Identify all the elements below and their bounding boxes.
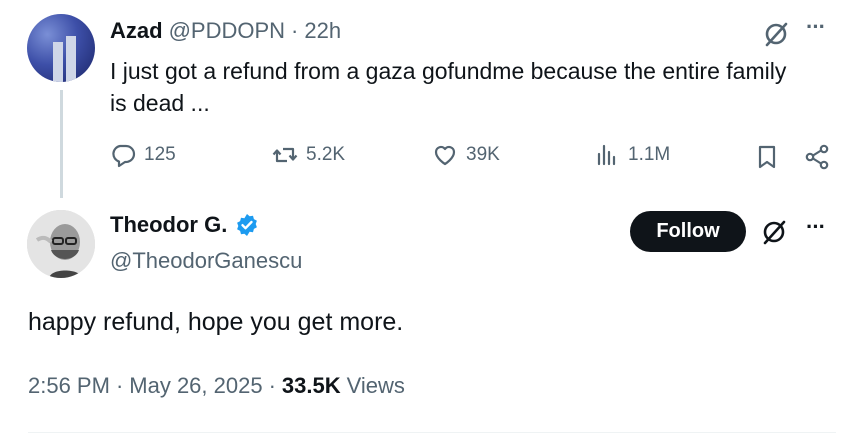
tweet-time[interactable]: 2:56 PM bbox=[28, 373, 110, 399]
views-count: 1.1M bbox=[628, 144, 671, 165]
bookmark-icon[interactable] bbox=[754, 144, 780, 170]
author-handle[interactable]: @PDDOPN bbox=[169, 18, 285, 44]
repost-button[interactable]: 5.2K bbox=[272, 142, 345, 168]
reply-icon bbox=[112, 144, 136, 168]
reply-author-row: Theodor G. bbox=[110, 212, 259, 238]
like-button[interactable]: 39K bbox=[432, 142, 500, 168]
separator-dot: · bbox=[268, 373, 276, 398]
more-icon[interactable]: ··· bbox=[806, 214, 826, 240]
avatar[interactable] bbox=[27, 210, 95, 278]
reply-button[interactable]: 125 bbox=[110, 142, 176, 168]
divider bbox=[28, 432, 836, 433]
action-bar: 125 5.2K 39K 1.1M bbox=[108, 142, 838, 172]
grok-icon[interactable] bbox=[760, 218, 788, 246]
tweet-text: happy refund, hope you get more. bbox=[28, 308, 404, 336]
tweet-meta: 2:56 PM · May 26, 2025 · 33.5K Views bbox=[28, 373, 405, 399]
avatar-portrait bbox=[27, 210, 95, 278]
share-icon[interactable] bbox=[804, 144, 830, 170]
tweet-date[interactable]: May 26, 2025 bbox=[129, 373, 262, 399]
like-icon bbox=[434, 145, 456, 166]
reply-count: 125 bbox=[144, 144, 176, 165]
repost-icon bbox=[272, 147, 298, 163]
follow-button[interactable]: Follow bbox=[630, 211, 746, 252]
author-name[interactable]: Azad bbox=[110, 18, 163, 44]
verified-badge-icon[interactable] bbox=[235, 213, 259, 237]
avatar-tower-shape bbox=[53, 42, 63, 82]
separator-dot: · bbox=[291, 18, 299, 43]
tweet-time[interactable]: 22h bbox=[304, 18, 341, 44]
tweet-text: I just got a refund from a gaza gofundme… bbox=[110, 58, 787, 116]
grok-icon[interactable] bbox=[762, 20, 790, 48]
views-label: Views bbox=[346, 373, 405, 398]
parent-tweet: Azad @PDDOPN · 22h ··· I just got a refu… bbox=[0, 0, 864, 200]
avatar-tower-shape bbox=[66, 36, 76, 82]
author-name[interactable]: Theodor G. bbox=[110, 212, 227, 238]
views-button[interactable]: 1.1M bbox=[594, 142, 670, 168]
views-icon bbox=[597, 144, 616, 166]
thread-line bbox=[60, 90, 63, 198]
tweet-header: Azad @PDDOPN · 22h bbox=[110, 18, 341, 44]
more-icon[interactable]: ··· bbox=[806, 14, 826, 40]
like-count: 39K bbox=[466, 144, 500, 165]
views-count: 33.5K bbox=[281, 373, 341, 398]
avatar[interactable] bbox=[27, 14, 95, 82]
author-handle[interactable]: @TheodorGanescu bbox=[110, 248, 302, 274]
repost-count: 5.2K bbox=[306, 144, 346, 165]
separator-dot: · bbox=[115, 373, 124, 398]
